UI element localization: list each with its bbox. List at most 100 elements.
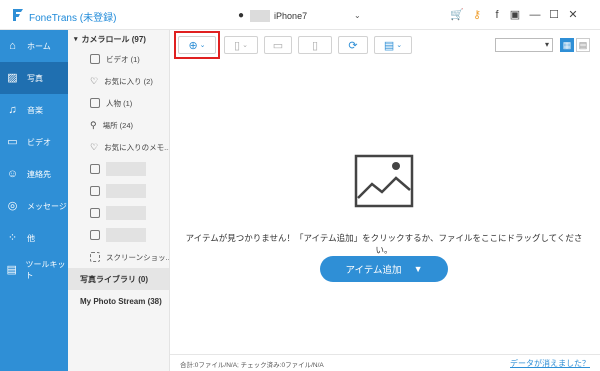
refresh-button[interactable]: ⟳ (338, 36, 368, 54)
section-my-photo-stream[interactable]: My Photo Stream (38) (68, 290, 169, 312)
sidebar-item-label: ビデオ (27, 137, 51, 147)
export-to-pc-button[interactable]: ▭ (264, 36, 292, 54)
album-icon (90, 186, 100, 196)
album-label: 場所 (24) (102, 120, 134, 130)
sidebar-item-home[interactable]: ⌂ ホーム (0, 30, 68, 62)
section-label: 写真ライブラリ (0) (80, 274, 148, 284)
triangle-down-icon: ▼ (413, 264, 423, 274)
album-label: ビデオ (1) (106, 54, 140, 64)
toolbar: ⊕⌄ ▯⌄ ▭ ▯ ⟳ ▤⌄ ▦ ▤ (170, 30, 600, 60)
person-icon (90, 98, 100, 108)
add-items-label: アイテム追加 (345, 265, 402, 276)
sidebar-item-other[interactable]: ⁘ 他 (0, 222, 68, 254)
contacts-icon: ☺ (6, 167, 19, 180)
status-summary: 合計:0ファイル/N/A; チェック済み:0ファイル/N/A (180, 362, 324, 369)
section-label: My Photo Stream (38) (80, 296, 162, 306)
album-icon (90, 208, 100, 218)
music-icon: ♫ (8, 103, 17, 116)
sidebar-item-video[interactable]: ▭ ビデオ (0, 126, 68, 158)
album-item-people[interactable]: 人物 (1) (68, 92, 169, 114)
sidebar-item-label: 他 (27, 233, 35, 243)
data-lost-link[interactable]: データが消えました？ (510, 358, 590, 369)
album-item-blurred[interactable] (68, 180, 169, 202)
chevron-down-icon: ⌄ (354, 11, 361, 20)
trash-icon: ▯ (311, 39, 319, 52)
key-icon[interactable]: ⚷ (470, 8, 484, 22)
minimize-icon[interactable]: — (528, 8, 542, 22)
sidebar-item-contacts[interactable]: ☺ 連絡先 (0, 158, 68, 190)
album-item-screenshots[interactable]: スクリーンショッ... (68, 246, 169, 268)
chevron-down-icon: ⌄ (199, 42, 206, 49)
album-item-places[interactable]: ⚲ 場所 (24) (68, 114, 169, 136)
add-button[interactable]: ⊕ ⌄ (178, 36, 216, 54)
home-icon: ⌂ (9, 39, 16, 52)
apple-icon: ● (238, 10, 245, 21)
sidebar-item-label: 写真 (27, 73, 43, 83)
blurred-label (106, 206, 146, 220)
app-title: FoneTrans (未登録) (29, 13, 117, 24)
chat-icon[interactable]: ▣ (508, 8, 522, 22)
triangle-down-icon: ▾ (74, 36, 78, 43)
maximize-icon[interactable]: ☐ (547, 8, 561, 22)
video-icon (90, 54, 100, 64)
sidebar-item-label: ツールキット (25, 260, 66, 280)
add-items-button[interactable]: アイテム追加 ▼ (320, 256, 448, 282)
grid-view-icon[interactable]: ▦ (560, 38, 574, 52)
folder-label: カメラロール (97) (81, 34, 146, 44)
toolkit-icon: ▤ (6, 263, 17, 276)
album-icon (90, 230, 100, 240)
sidebar-item-music[interactable]: ♫ 音楽 (0, 94, 68, 126)
location-pin-icon: ⚲ (90, 119, 97, 130)
status-bar: 合計:0ファイル/N/A; チェック済み:0ファイル/N/A データが消えました… (170, 354, 600, 371)
device-name: iPhone7 (274, 10, 308, 21)
heart-icon: ♡ (90, 75, 99, 86)
album-label: お気に入り (2) (104, 76, 153, 86)
export-icon: ▯ (234, 39, 241, 52)
computer-icon: ▭ (272, 39, 284, 52)
refresh-icon: ⟳ (348, 39, 358, 52)
toolbox-icon: ▤ (383, 39, 395, 52)
fonetrans-logo-icon (13, 9, 23, 21)
close-icon[interactable]: ✕ (566, 8, 580, 22)
album-tree: ▾ カメラロール (97) ビデオ (1) ♡ お気に入り (2) 人物 (1) ⚲… (68, 30, 170, 371)
message-icon: ◎ (7, 199, 18, 212)
export-button[interactable]: ▯ ⌄ (224, 36, 258, 54)
photo-icon: ▨ (7, 71, 18, 84)
sidebar-item-label: 音楽 (27, 105, 43, 115)
delete-button[interactable]: ▯ (298, 36, 332, 54)
facebook-icon[interactable]: f (490, 8, 504, 22)
plus-circle-icon: ⊕ (188, 39, 198, 52)
chevron-down-icon: ⌄ (242, 42, 248, 49)
album-icon (90, 164, 100, 174)
album-item-blurred[interactable] (68, 224, 169, 246)
album-item-blurred[interactable] (68, 202, 169, 224)
empty-message: アイテムが見つかりません！「アイテム追加」をクリックするか、ファイルをここにドラ… (185, 233, 583, 255)
sidebar-item-messages[interactable]: ◎ メッセージ (0, 190, 68, 222)
other-icon: ⁘ (7, 231, 18, 244)
title-bar: FoneTrans (未登録) ● iPhone7 ⌄ 🛒 ⚷ f ▣ — ☐ … (0, 0, 600, 30)
sidebar-item-label: メッセージ (27, 201, 67, 211)
album-item-video[interactable]: ビデオ (1) (68, 48, 169, 70)
device-name-blurred (250, 9, 271, 22)
list-view-icon[interactable]: ▤ (576, 38, 590, 52)
toolbox-button[interactable]: ▤ ⌄ (374, 36, 412, 54)
sidebar: ⌂ ホーム ▨ 写真 ♫ 音楽 ▭ ビデオ ☺ 連絡先 ◎ メッセージ ⁘ 他 ▤ ツールキット (0, 30, 68, 371)
section-photo-library[interactable]: 写真ライブラリ (0) (68, 268, 169, 290)
chevron-down-icon: ⌄ (396, 42, 403, 49)
device-selector[interactable]: ● iPhone7 ⌄ (238, 8, 362, 23)
album-label: 人物 (1) (106, 98, 133, 108)
album-item-favorite-memories[interactable]: ♡ お気に入りのメモ... (68, 136, 169, 158)
camera-roll-folder[interactable]: ▾ カメラロール (97) (68, 30, 169, 48)
blurred-label (106, 228, 146, 242)
blurred-label (106, 162, 146, 176)
sidebar-item-label: ホーム (27, 41, 51, 51)
album-item-blurred[interactable] (68, 158, 169, 180)
album-item-favorites[interactable]: ♡ お気に入り (2) (68, 70, 169, 92)
screenshot-icon (90, 252, 100, 262)
sidebar-item-photos[interactable]: ▨ 写真 (0, 62, 68, 94)
heart-icon: ♡ (90, 141, 99, 152)
sidebar-item-label: 連絡先 (27, 169, 51, 179)
sidebar-item-toolkit[interactable]: ▤ ツールキット (0, 254, 68, 286)
cart-icon[interactable]: 🛒 (450, 8, 464, 22)
filter-select[interactable] (495, 38, 553, 52)
